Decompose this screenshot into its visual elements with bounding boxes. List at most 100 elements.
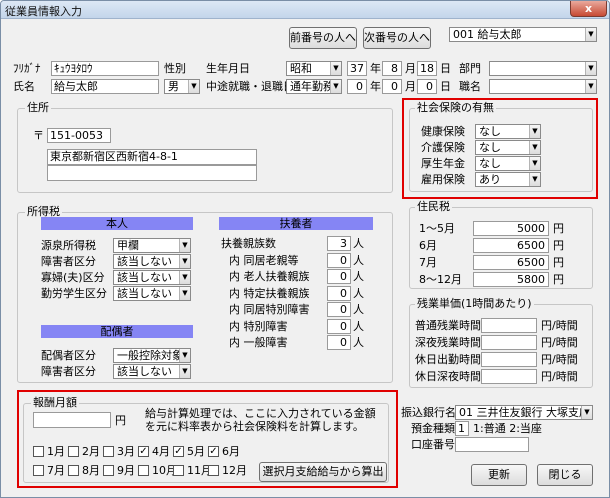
birth-year-input[interactable]: 37 bbox=[347, 61, 367, 76]
self-select[interactable]: 該当しない ▼ bbox=[113, 286, 191, 301]
furigana-input[interactable]: ｷｭｳﾖﾀﾛｳ bbox=[51, 61, 159, 76]
birth-era-select[interactable]: 昭和 ▼ bbox=[286, 61, 342, 76]
dependent-label: 扶養親族数 bbox=[221, 237, 276, 250]
employee-info-window: 従業員情報入力 x 前番号の人へ 次番号の人へ 001 給与太郎 ▼ ﾌﾘｶﾞﾅ … bbox=[0, 0, 610, 498]
dependent-count-input[interactable]: 0 bbox=[327, 318, 351, 334]
person-unit: 人 bbox=[353, 286, 364, 300]
year-unit: 年 bbox=[370, 80, 381, 93]
birth-month-input[interactable]: 8 bbox=[382, 61, 402, 76]
close-button[interactable]: 閉じる bbox=[537, 464, 593, 486]
resident-tax-input[interactable]: 6500 bbox=[473, 238, 549, 253]
title-bar: 従業員情報入力 x bbox=[1, 1, 609, 19]
next-employee-button[interactable]: 次番号の人へ bbox=[363, 27, 431, 49]
day-unit: 日 bbox=[440, 62, 451, 75]
resident-tax-label: 8～12月 bbox=[419, 273, 462, 286]
overtime-label: 休日出勤時間 bbox=[415, 353, 481, 366]
spouse-select-value: 一般控除対象 bbox=[117, 349, 183, 362]
deposit-type-input[interactable]: 1 bbox=[455, 421, 469, 436]
day-unit: 日 bbox=[440, 80, 451, 93]
rate-unit: 円/時間 bbox=[541, 370, 578, 383]
overtime-rate-input[interactable] bbox=[481, 369, 537, 384]
month-unit: 月 bbox=[405, 62, 416, 75]
bank-select[interactable]: 01 三井住友銀行 大塚支店 ▼ bbox=[455, 405, 593, 420]
dept-select[interactable]: ▼ bbox=[489, 61, 597, 76]
self-select-value: 該当しない bbox=[117, 287, 172, 300]
account-number-input[interactable] bbox=[455, 437, 529, 452]
chevron-down-icon: ▼ bbox=[330, 62, 341, 75]
dependent-count-input[interactable]: 0 bbox=[327, 335, 351, 350]
dependent-count-input[interactable]: 0 bbox=[327, 302, 351, 317]
rate-unit: 円/時間 bbox=[541, 319, 578, 332]
spouse-label: 配偶者区分 bbox=[41, 349, 96, 362]
resident-tax-label: 7月 bbox=[419, 256, 437, 269]
self-label: 寡婦(夫)区分 bbox=[41, 271, 105, 284]
dependent-count-input[interactable]: 3 bbox=[327, 236, 351, 251]
midjob-label: 中途就職・退職日 bbox=[206, 80, 294, 93]
address-line1-input[interactable]: 東京都新宿区西新宿4-8-1 bbox=[47, 149, 257, 165]
sex-select[interactable]: 男 ▼ bbox=[164, 79, 200, 94]
resident-tax-input[interactable]: 5800 bbox=[473, 272, 549, 287]
dependent-label: 内 同居特別障害 bbox=[229, 303, 310, 316]
zip-input[interactable]: 151-0053 bbox=[47, 128, 111, 143]
dependent-count-input[interactable]: 0 bbox=[327, 269, 351, 284]
resident-tax-input[interactable]: 6500 bbox=[473, 255, 549, 270]
chevron-down-icon: ▼ bbox=[585, 80, 596, 93]
prev-employee-button[interactable]: 前番号の人へ bbox=[289, 27, 357, 49]
dependent-count-input[interactable]: 0 bbox=[327, 285, 351, 301]
self-select[interactable]: 甲欄 ▼ bbox=[113, 238, 191, 253]
bank-label: 振込銀行名 bbox=[401, 406, 456, 419]
employee-select[interactable]: 001 給与太郎 ▼ bbox=[449, 27, 597, 42]
self-label: 障害者区分 bbox=[41, 255, 96, 268]
chevron-down-icon: ▼ bbox=[179, 255, 190, 268]
dependent-count-input[interactable]: 0 bbox=[327, 252, 351, 268]
chevron-down-icon: ▼ bbox=[179, 271, 190, 284]
chevron-down-icon: ▼ bbox=[581, 406, 592, 419]
name-input[interactable]: 給与太郎 bbox=[51, 79, 159, 94]
person-unit: 人 bbox=[353, 270, 364, 283]
dependent-label: 内 同居老親等 bbox=[229, 253, 299, 267]
chevron-down-icon: ▼ bbox=[585, 28, 596, 41]
job-title-select[interactable]: ▼ bbox=[489, 79, 597, 94]
resident-tax-label: 6月 bbox=[419, 239, 437, 252]
update-button[interactable]: 更新 bbox=[471, 464, 527, 486]
person-unit: 人 bbox=[353, 319, 364, 333]
rate-unit: 円/時間 bbox=[541, 353, 578, 366]
chevron-down-icon: ▼ bbox=[188, 80, 199, 93]
overtime-rate-input[interactable] bbox=[481, 335, 537, 350]
birth-day-input[interactable]: 18 bbox=[417, 61, 437, 76]
address-line2-input[interactable] bbox=[47, 165, 257, 181]
midjob-month-input[interactable]: 0 bbox=[382, 79, 402, 94]
month-unit: 月 bbox=[405, 80, 416, 93]
spouse-select[interactable]: 一般控除対象 ▼ bbox=[113, 348, 191, 363]
chevron-down-icon: ▼ bbox=[179, 239, 190, 252]
overtime-label: 休日深夜時間 bbox=[415, 370, 481, 383]
deposit-type-options: 1:普通 2:当座 bbox=[473, 422, 542, 435]
chevron-down-icon: ▼ bbox=[585, 62, 596, 75]
sex-label: 性別 bbox=[164, 62, 186, 75]
person-unit: 人 bbox=[353, 253, 364, 267]
overtime-label: 深夜残業時間 bbox=[415, 336, 481, 349]
resident-tax-input[interactable]: 5000 bbox=[473, 221, 549, 236]
overtime-rate-input[interactable] bbox=[481, 318, 537, 333]
self-select[interactable]: 該当しない ▼ bbox=[113, 270, 191, 285]
midjob-select[interactable]: 通年勤務 ▼ bbox=[286, 79, 342, 94]
window-close-button[interactable]: x bbox=[570, 1, 607, 17]
resident-tax-title: 住民税 bbox=[415, 200, 452, 213]
self-select[interactable]: 該当しない ▼ bbox=[113, 254, 191, 269]
yen-unit: 円 bbox=[553, 222, 564, 235]
midjob-year-input[interactable]: 0 bbox=[347, 79, 367, 94]
self-select-value: 甲欄 bbox=[117, 239, 139, 252]
midjob-day-input[interactable]: 0 bbox=[417, 79, 437, 94]
midjob-value: 通年勤務 bbox=[290, 80, 334, 93]
spouse-select[interactable]: 該当しない ▼ bbox=[113, 364, 191, 379]
chevron-down-icon: ▼ bbox=[330, 80, 341, 93]
year-unit: 年 bbox=[370, 62, 381, 75]
rate-unit: 円/時間 bbox=[541, 336, 578, 349]
self-label: 源泉所得税 bbox=[41, 239, 96, 252]
address-group-title: 住所 bbox=[25, 101, 51, 114]
birth-label: 生年月日 bbox=[206, 62, 250, 75]
yen-unit: 円 bbox=[553, 273, 564, 286]
spouse-header: 配偶者 bbox=[41, 325, 193, 338]
overtime-rate-input[interactable] bbox=[481, 352, 537, 367]
employee-select-value: 001 給与太郎 bbox=[453, 28, 522, 41]
